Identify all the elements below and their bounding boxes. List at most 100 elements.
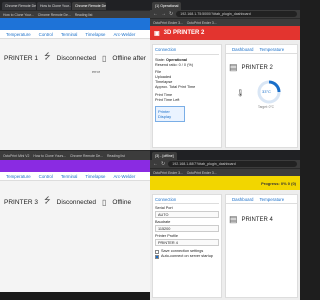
dashboard-content: ▤ PRINTER 2: [226, 54, 297, 81]
tab-timelapse[interactable]: Timelapse: [85, 174, 105, 179]
tab-dashboard[interactable]: Dashboard: [232, 197, 253, 202]
state-label: State: [155, 58, 164, 62]
connection-section[interactable]: Connection: [155, 197, 219, 204]
printer-status: Offline after: [112, 54, 146, 62]
tab-strip: Chrome Remote De... How to Clone Your...…: [0, 0, 150, 10]
bookmark-item[interactable]: OctoPrint Ender 3...: [187, 171, 217, 175]
nav-menu: Temperature Control Terminal Timelapse A…: [0, 30, 150, 39]
tab-temperature[interactable]: Temperature: [259, 47, 284, 52]
bookmark-item[interactable]: How to Clone Yours...: [33, 154, 66, 158]
tab-control[interactable]: Control: [39, 174, 53, 179]
brand-icon: ▣: [154, 30, 160, 37]
serial-port-select[interactable]: AUTO: [155, 211, 219, 218]
bookmark-item[interactable]: OctoPrint Ender 3...: [153, 171, 183, 175]
nav-menu: Dashboard Temperature: [226, 195, 297, 204]
print-time-left: Print Time Left: [155, 98, 180, 102]
reload-icon[interactable]: ↻: [161, 161, 165, 167]
back-icon[interactable]: ←: [153, 11, 158, 17]
bookmarks-bar: OctoPrint Mini V2 How to Clone Yours... …: [0, 150, 150, 160]
baudrate-select[interactable]: 115200: [155, 225, 219, 232]
printer-title[interactable]: 3D PRINTER 2: [164, 30, 205, 36]
back-icon[interactable]: ←: [153, 161, 158, 167]
top-navbar: Progress: 0% 0 (0): [150, 176, 300, 190]
taskbar: [0, 292, 150, 300]
browser-tab[interactable]: How to Clone Your...: [37, 2, 71, 10]
bookmark-item[interactable]: OctoPrint Ender 3...: [153, 21, 183, 25]
bookmarks-bar: OctoPrint Ender 3... OctoPrint Ender 3..…: [150, 168, 300, 176]
printer-name: PRINTER 1: [4, 54, 38, 62]
target-temperature: Target: 0°C: [258, 105, 274, 109]
tab-strip: (3) - [offline]: [150, 150, 300, 160]
bookmark-item[interactable]: How to Clone Your...: [3, 13, 34, 17]
tab-terminal[interactable]: Terminal: [61, 174, 78, 179]
window-printer-3: OctoPrint Mini V2 How to Clone Yours... …: [0, 150, 150, 300]
forward-icon[interactable]: →: [161, 11, 166, 17]
state-value: Operational: [166, 58, 188, 62]
window-printer-2: (1) Operational ← → ↻ 192.168.1.75:5000/…: [150, 0, 300, 150]
approx-print-time: Approx. Total Print Time: [155, 85, 196, 89]
state-section: State: Operational Resend ratio: 0 / 0 (…: [155, 58, 219, 103]
printer-icon: ▤: [229, 214, 238, 224]
autoconnect-label: Auto-connect on server startup: [161, 254, 213, 258]
save-settings-checkbox[interactable]: [155, 249, 159, 254]
usb-icon: ⭍: [43, 52, 51, 61]
tab-timelapse[interactable]: Timelapse: [85, 32, 105, 37]
printer-display-label: Printer Display: [158, 109, 172, 119]
bookmark-item[interactable]: Reading list: [75, 13, 93, 17]
window-printer-1: Chrome Remote De... How to Clone Your...…: [0, 0, 150, 150]
sidebar-panel: Connection State: Operational Resend rat…: [152, 44, 222, 148]
usb-icon: ⭍: [43, 196, 51, 205]
temperature-value: 33°C: [262, 89, 271, 94]
tab-control[interactable]: Control: [39, 32, 53, 37]
printer-name: PRINTER 3: [4, 198, 38, 206]
bookmark-item[interactable]: OctoPrint Mini V2: [3, 154, 29, 158]
browser-tab[interactable]: (3) - [offline]: [152, 152, 177, 160]
printer-icon: ▤: [229, 62, 238, 72]
connection-status: Disconnected: [56, 198, 97, 206]
nav-menu: Temperature Control Terminal Timelapse A…: [0, 172, 150, 181]
printer-status: Offline: [112, 198, 132, 206]
printer-name: PRINTER 4: [241, 216, 273, 223]
progress-text: Progress: 0% 0 (0): [261, 180, 296, 186]
autoconnect-row: Auto-connect on server startup: [155, 254, 219, 259]
file-icon: ▯: [102, 197, 107, 207]
bookmark-item[interactable]: OctoPrint Ender 3...: [187, 21, 217, 25]
printer-profile-select[interactable]: PRINTER 4: [155, 239, 219, 246]
tab-temperature[interactable]: Temperature: [259, 197, 284, 202]
dashboard-row: PRINTER 1 ⭍ Disconnected ▯ Offline after: [0, 51, 150, 65]
tab-arc-welder[interactable]: Arc-Welder: [114, 32, 136, 37]
window-printer-4: (3) - [offline] ← ↻ 192.168.1.88/7?#tab_…: [150, 150, 300, 300]
file-icon: ▯: [102, 53, 107, 63]
bookmark-item[interactable]: Reading list: [107, 154, 125, 158]
nav-menu: Dashboard Temperature: [226, 45, 297, 54]
top-navbar: [0, 160, 150, 172]
printer-display-button[interactable]: Printer Display: [155, 106, 185, 122]
bookmark-item[interactable]: Chrome Remote De...: [70, 154, 103, 158]
top-navbar: ▣ 3D PRINTER 2: [150, 26, 300, 40]
autoconnect-checkbox[interactable]: [155, 254, 159, 259]
top-navbar: [0, 18, 150, 30]
bookmarks-bar: OctoPrint Ender 3... OctoPrint Ender 3..…: [150, 18, 300, 26]
url-field[interactable]: 192.168.1.75:5000/?#tab_plugin_dashboard: [176, 11, 297, 17]
connection-status: Disconnected: [56, 54, 97, 62]
browser-tab[interactable]: Chrome Remote De...: [2, 2, 36, 10]
hotend-icon: 🌡: [236, 90, 245, 97]
error-label: error: [92, 70, 101, 74]
bookmark-item[interactable]: Chrome Remote De...: [38, 13, 71, 17]
dashboard-row: PRINTER 3 ⭍ Disconnected ▯ Offline: [0, 195, 150, 209]
tab-temperature[interactable]: Temperature: [6, 32, 31, 37]
browser-tab[interactable]: (1) Operational: [152, 2, 182, 10]
tab-terminal[interactable]: Terminal: [61, 32, 78, 37]
tab-temperature[interactable]: Temperature: [6, 174, 31, 179]
connection-panel: Connection Serial Port AUTO Baudrate 115…: [152, 194, 222, 298]
browser-tab[interactable]: Chrome Remote De...: [72, 2, 106, 10]
printer-name: PRINTER 2: [241, 64, 273, 71]
address-bar: ← ↻ 192.168.1.88/7?#tab_plugin_dashboard: [150, 160, 300, 168]
tab-arc-welder[interactable]: Arc-Welder: [114, 174, 136, 179]
resend-ratio: Resend ratio: 0 / 0 (%): [155, 63, 193, 67]
tab-strip: (1) Operational: [150, 0, 300, 10]
reload-icon[interactable]: ↻: [169, 11, 173, 17]
tab-dashboard[interactable]: Dashboard: [232, 47, 253, 52]
url-field[interactable]: 192.168.1.88/7?#tab_plugin_dashboard: [168, 161, 297, 167]
connection-section[interactable]: Connection: [155, 47, 219, 55]
